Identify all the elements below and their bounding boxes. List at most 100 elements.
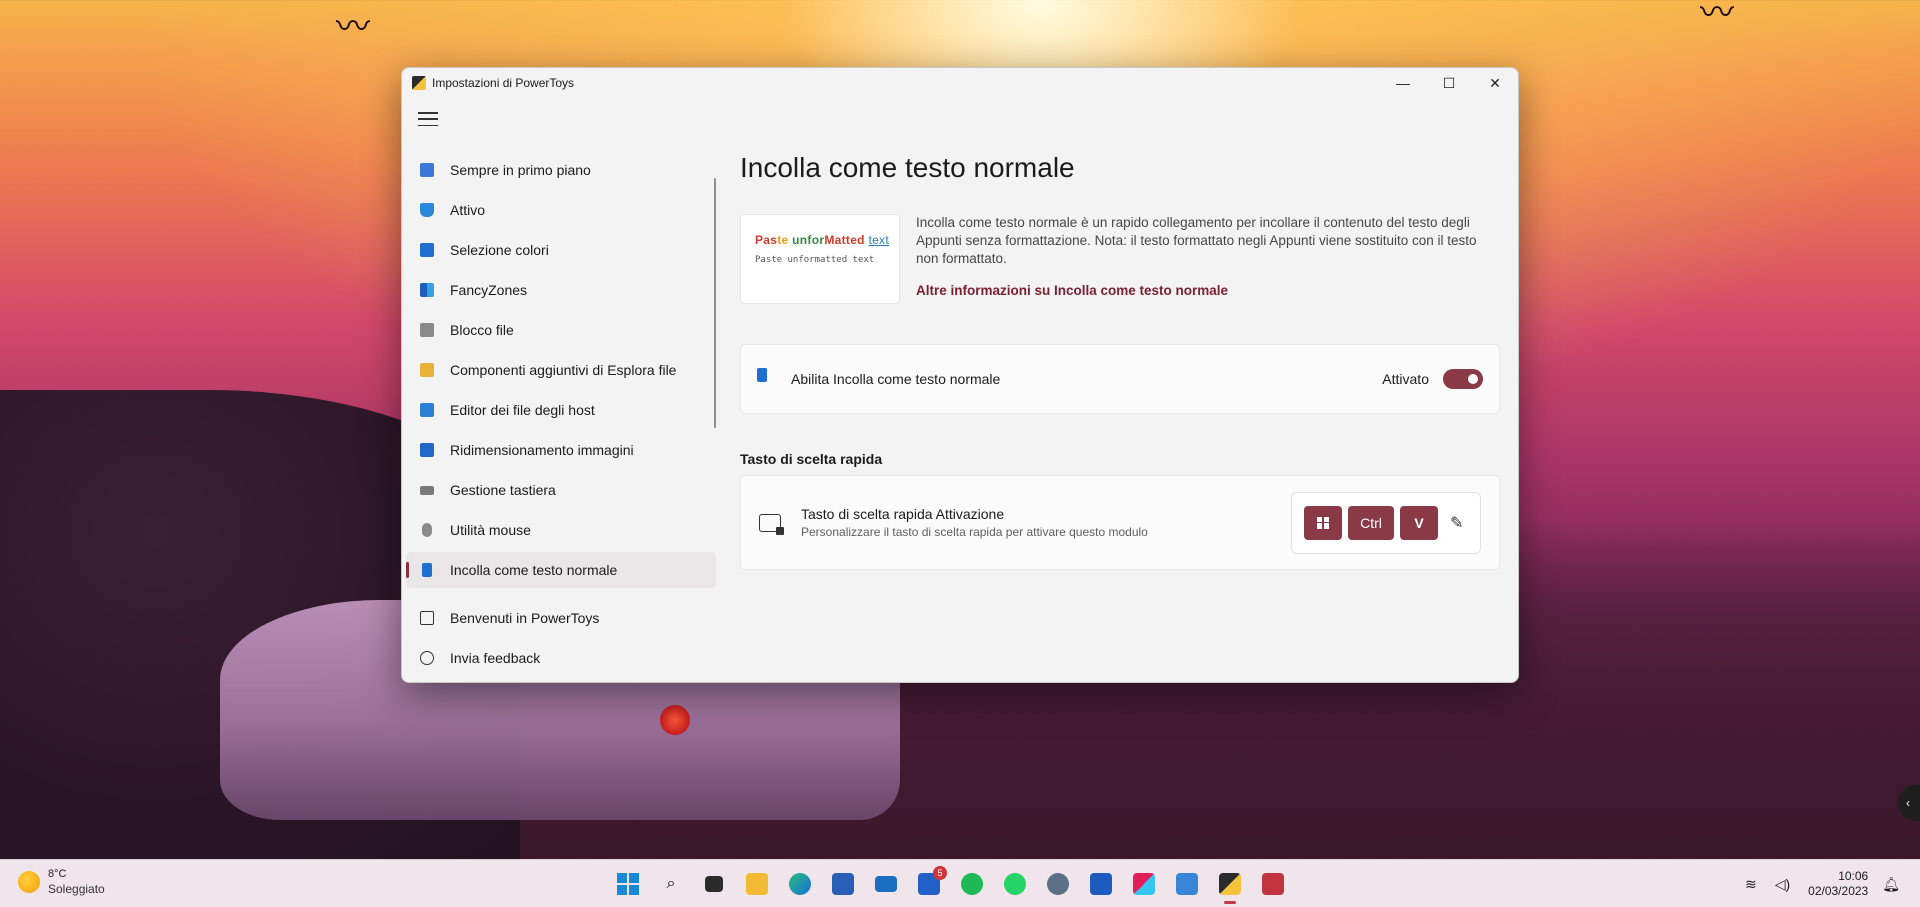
color-picker-icon bbox=[420, 243, 434, 257]
word-glyph bbox=[1090, 873, 1112, 895]
bird-silhouette: 〰 bbox=[1700, 0, 1734, 32]
windows-logo-icon bbox=[617, 873, 639, 895]
wifi-icon[interactable]: ≋ bbox=[1745, 876, 1757, 893]
sidebar-item-label: Benvenuti in PowerToys bbox=[450, 610, 600, 626]
shortcut-keys[interactable]: Ctrl V ✎ bbox=[1291, 491, 1481, 554]
powertoys-settings-window: Impostazioni di PowerToys — ☐ ✕ Sempre i… bbox=[401, 67, 1519, 683]
file-explorer-icon[interactable] bbox=[741, 868, 773, 900]
sidebar-item-color-picker[interactable]: Selezione colori bbox=[406, 232, 716, 268]
main-content: Incolla come testo normale Paste unforMa… bbox=[740, 152, 1500, 570]
awake-icon bbox=[420, 203, 434, 217]
window-controls: — ☐ ✕ bbox=[1380, 68, 1518, 98]
settings-gear-icon[interactable] bbox=[1042, 868, 1074, 900]
weather-widget[interactable]: 8°C Soleggiato bbox=[18, 868, 105, 896]
keyboard-shortcut-icon bbox=[759, 513, 784, 535]
clock-time: 10:06 bbox=[1838, 869, 1869, 883]
sidebar-item-label: Gestione tastiera bbox=[450, 482, 556, 498]
sidebar-item-feedback[interactable]: Invia feedback bbox=[406, 640, 716, 676]
sidebar-item-mouse-utilities[interactable]: Utilità mouse bbox=[406, 512, 716, 548]
volume-icon[interactable]: ◁) bbox=[1775, 876, 1790, 893]
enable-toggle[interactable] bbox=[1443, 369, 1483, 389]
windows-logo-icon bbox=[1317, 516, 1329, 529]
whatsapp-icon[interactable] bbox=[999, 868, 1031, 900]
module-description: Incolla come testo normale è un rapido c… bbox=[915, 215, 1477, 266]
fancyzones-icon bbox=[420, 283, 434, 297]
shortcut-subtitle: Personalizzare il tasto di scelta rapida… bbox=[801, 525, 1148, 539]
edge-icon[interactable] bbox=[784, 868, 816, 900]
slack-glyph bbox=[1133, 873, 1155, 895]
maximize-button[interactable]: ☐ bbox=[1426, 68, 1472, 98]
sidebar-item-always-on-top[interactable]: Sempre in primo piano bbox=[406, 152, 716, 188]
sidebar-item-label: Editor dei file degli host bbox=[450, 402, 595, 418]
sidebar-item-label: Selezione colori bbox=[450, 242, 549, 258]
sidebar-item-hosts-editor[interactable]: Editor dei file degli host bbox=[406, 392, 716, 428]
shortcut-title: Tasto di scelta rapida Attivazione bbox=[801, 506, 1005, 522]
minimize-button[interactable]: — bbox=[1380, 68, 1426, 98]
always-on-top-icon bbox=[420, 163, 434, 177]
toggle-state-label: Attivato bbox=[1382, 371, 1429, 387]
sidebar-item-label: Componenti aggiuntivi di Esplora file bbox=[450, 362, 677, 378]
teams-icon[interactable]: 5 bbox=[913, 866, 947, 900]
whatsapp-glyph bbox=[1004, 873, 1026, 895]
spotify-icon[interactable] bbox=[956, 868, 988, 900]
hamburger-menu-icon[interactable] bbox=[418, 112, 438, 126]
sidebar-item-file-explorer-addons[interactable]: Componenti aggiuntivi di Esplora file bbox=[406, 352, 716, 388]
enable-label: Abilita Incolla come testo normale bbox=[791, 371, 1001, 387]
page-title: Incolla come testo normale bbox=[740, 152, 1075, 183]
hero-formatted-text: Paste unforMatted text bbox=[755, 233, 889, 247]
sidebar-item-image-resizer[interactable]: Ridimensionamento immagini bbox=[406, 432, 716, 468]
task-view-glyph bbox=[705, 876, 723, 892]
mail-icon[interactable] bbox=[870, 868, 902, 900]
hero-plain-text: Paste unformatted text bbox=[755, 255, 875, 265]
folder-icon bbox=[420, 363, 434, 377]
slack-icon[interactable] bbox=[1128, 868, 1160, 900]
keyboard-icon bbox=[420, 486, 434, 495]
notification-bell-icon[interactable]: 🔔︎ bbox=[1882, 876, 1900, 893]
sun-icon bbox=[18, 871, 40, 893]
sidebar-item-keyboard-manager[interactable]: Gestione tastiera bbox=[406, 472, 716, 508]
sidebar-item-welcome[interactable]: Benvenuti in PowerToys bbox=[406, 600, 716, 636]
weather-temp: 8°C bbox=[48, 868, 67, 880]
system-tray: ≋ ◁) 10:06 02/03/2023 🔔︎ bbox=[1745, 869, 1900, 899]
edit-pencil-icon[interactable]: ✎ bbox=[1450, 513, 1463, 533]
mail-glyph bbox=[875, 876, 897, 892]
notepad-icon[interactable] bbox=[1171, 868, 1203, 900]
word-icon[interactable] bbox=[1085, 868, 1117, 900]
folder-glyph bbox=[746, 873, 768, 895]
learn-more-link[interactable]: Altre informazioni su Incolla come testo… bbox=[916, 282, 1228, 300]
sidebar-item-label: Invia feedback bbox=[450, 650, 541, 666]
bird-silhouette: 〰 bbox=[336, 8, 370, 46]
sidebar-item-file-locksmith[interactable]: Blocco file bbox=[406, 312, 716, 348]
powertoys-glyph bbox=[1219, 873, 1241, 895]
sidebar-scrollbar[interactable] bbox=[714, 178, 716, 428]
task-view-icon[interactable] bbox=[698, 868, 730, 900]
taskbar-apps: ⌕ 5 bbox=[612, 866, 1300, 904]
mouse-icon bbox=[422, 523, 432, 537]
nav-separator bbox=[402, 592, 720, 600]
sidebar-item-awake[interactable]: Attivo bbox=[406, 192, 716, 228]
window-title: Impostazioni di PowerToys bbox=[432, 76, 575, 90]
sidebar-item-label: FancyZones bbox=[450, 282, 528, 298]
sidebar-nav: Sempre in primo piano Attivo Selezione c… bbox=[402, 152, 720, 680]
weather-text: 8°C Soleggiato bbox=[48, 868, 105, 896]
close-button[interactable]: ✕ bbox=[1472, 68, 1518, 98]
sidebar-item-fancyzones[interactable]: FancyZones bbox=[406, 272, 716, 308]
v-key: V bbox=[1400, 505, 1438, 540]
sidebar-item-paste-plain[interactable]: Incolla come testo normale bbox=[406, 552, 716, 588]
store-icon[interactable] bbox=[827, 868, 859, 900]
search-icon[interactable]: ⌕ bbox=[655, 868, 687, 900]
sidebar-item-label: Utilità mouse bbox=[450, 522, 531, 538]
image-resizer-icon bbox=[420, 443, 434, 457]
sidebar-item-label: Sempre in primo piano bbox=[450, 162, 591, 178]
start-icon[interactable] bbox=[612, 868, 644, 900]
app-icon[interactable] bbox=[1257, 868, 1289, 900]
windows-key bbox=[1304, 505, 1342, 540]
paste-plain-icon bbox=[422, 563, 432, 577]
powertoys-icon[interactable] bbox=[1214, 868, 1246, 904]
taskbar: 8°C Soleggiato ⌕ 5 ≋ ◁) 10:06 02/03/2023… bbox=[0, 859, 1920, 907]
gear-glyph bbox=[1047, 873, 1069, 895]
hosts-file-icon bbox=[420, 403, 434, 417]
sidebar-item-label: Ridimensionamento immagini bbox=[450, 442, 634, 458]
enable-card: Abilita Incolla come testo normale Attiv… bbox=[740, 344, 1500, 414]
clock[interactable]: 10:06 02/03/2023 bbox=[1808, 869, 1868, 899]
